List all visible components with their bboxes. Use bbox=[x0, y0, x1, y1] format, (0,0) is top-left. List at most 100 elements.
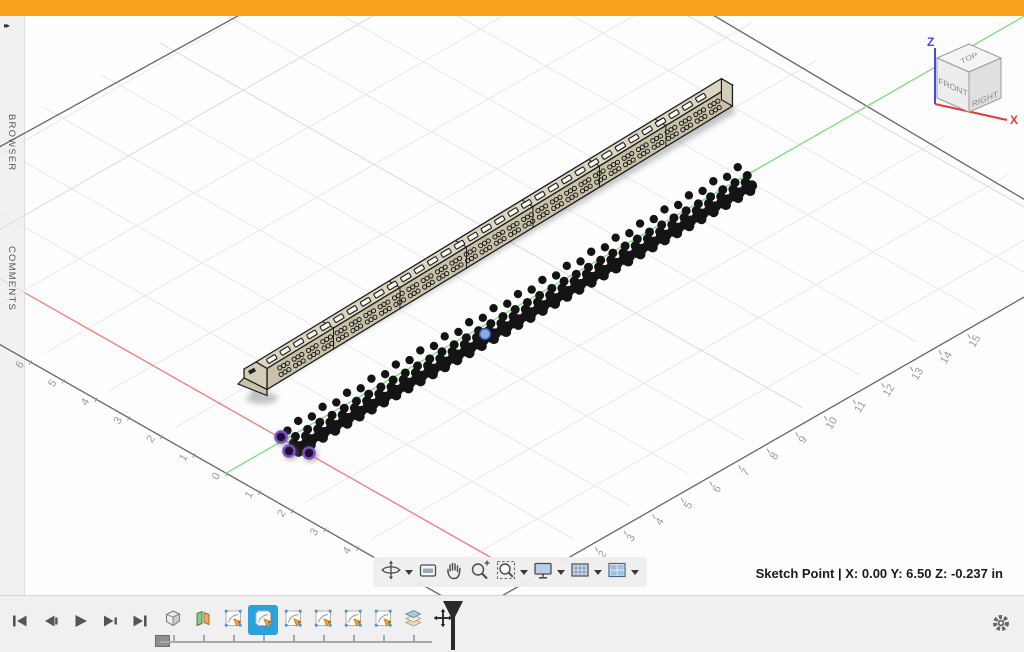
sketch-feature-icon bbox=[342, 607, 364, 634]
zoom-button[interactable] bbox=[469, 559, 491, 586]
timeline-track[interactable] bbox=[160, 641, 432, 643]
app-header-bar bbox=[0, 0, 1024, 16]
sketch-feature-icon bbox=[312, 607, 334, 634]
svg-text:5: 5 bbox=[46, 378, 59, 390]
sketch-4[interactable] bbox=[308, 605, 338, 635]
fit-dropdown-caret[interactable] bbox=[520, 570, 528, 575]
look-at-button[interactable] bbox=[417, 559, 439, 586]
svg-text:1: 1 bbox=[177, 452, 190, 464]
timeline-feature-list bbox=[158, 605, 458, 635]
base-body-feature[interactable] bbox=[158, 605, 188, 635]
svg-text:2: 2 bbox=[275, 508, 288, 520]
selected-sketch-point[interactable] bbox=[304, 448, 315, 459]
fit-zoom-window-icon bbox=[495, 559, 517, 586]
sketch-feature-icon bbox=[252, 607, 274, 634]
form-feature-icon bbox=[162, 607, 184, 634]
ground-grid bbox=[0, 16, 1024, 595]
svg-text:10: 10 bbox=[824, 415, 841, 432]
orbit-dropdown-caret[interactable] bbox=[405, 570, 413, 575]
display-settings-button[interactable] bbox=[532, 559, 565, 586]
sketch-6[interactable] bbox=[368, 605, 398, 635]
skip-to-end-button[interactable] bbox=[128, 610, 150, 632]
zoom-icon bbox=[469, 559, 491, 586]
sketch-1[interactable] bbox=[218, 605, 248, 635]
selection-status-text: Sketch Point | X: 0.00 Y: 6.50 Z: -0.237… bbox=[756, 566, 1003, 581]
svg-text:1: 1 bbox=[242, 489, 255, 501]
timeline-tick bbox=[173, 635, 175, 642]
grid-icon bbox=[569, 559, 591, 586]
svg-text:4: 4 bbox=[79, 396, 92, 408]
sketch-3[interactable] bbox=[278, 605, 308, 635]
timeline-playback-controls bbox=[8, 610, 150, 632]
svg-text:4: 4 bbox=[341, 545, 354, 557]
grid-and-snaps-button[interactable] bbox=[569, 559, 602, 586]
sketch-2[interactable] bbox=[248, 605, 278, 635]
svg-text:11: 11 bbox=[852, 399, 868, 415]
skip-to-start-button[interactable] bbox=[8, 610, 30, 632]
svg-text:2: 2 bbox=[144, 433, 157, 445]
svg-text:15: 15 bbox=[967, 333, 984, 350]
viewports-dropdown-caret[interactable] bbox=[631, 570, 639, 575]
sketch-feature-icon bbox=[372, 607, 394, 634]
svg-text:12: 12 bbox=[881, 382, 898, 399]
timeline-tick bbox=[323, 635, 325, 642]
timeline-tick bbox=[293, 635, 295, 642]
model-canvas[interactable]: 76543210123423456789101112131415 bbox=[0, 16, 1024, 595]
viewcube-x-label: X bbox=[1010, 113, 1018, 124]
svg-text:9: 9 bbox=[797, 434, 810, 446]
timeline-tick bbox=[263, 635, 265, 642]
fit-button[interactable] bbox=[495, 559, 528, 586]
svg-text:8: 8 bbox=[768, 450, 781, 462]
timeline-tick bbox=[413, 635, 415, 642]
timeline-tick bbox=[383, 635, 385, 642]
slabs-feature-icon bbox=[402, 607, 424, 634]
grid-border bbox=[0, 16, 1024, 595]
viewports-button[interactable] bbox=[606, 559, 639, 586]
timeline-playhead[interactable] bbox=[440, 601, 466, 651]
orbit-button[interactable] bbox=[380, 559, 413, 586]
timeline-bar bbox=[0, 595, 1024, 652]
svg-text:4: 4 bbox=[653, 516, 666, 528]
svg-text:14: 14 bbox=[938, 349, 955, 366]
viewports-icon bbox=[606, 559, 628, 586]
navigation-toolbar bbox=[373, 557, 647, 587]
grid-ruler-numbers: 76543210123423456789101112131415 bbox=[0, 333, 983, 560]
construction-planes-feature[interactable] bbox=[188, 605, 218, 635]
pan-button[interactable] bbox=[443, 559, 465, 586]
svg-text:5: 5 bbox=[682, 500, 695, 512]
svg-text:6: 6 bbox=[13, 359, 26, 371]
fusion-app-window: ▸▸ BROWSER COMMENTS 76543210123423456789… bbox=[0, 0, 1024, 652]
timeline-tick bbox=[233, 635, 235, 642]
display-monitor-icon bbox=[532, 559, 554, 586]
pan-hand-icon bbox=[443, 559, 465, 586]
step-back-button[interactable] bbox=[38, 610, 60, 632]
svg-text:3: 3 bbox=[625, 532, 638, 544]
svg-text:7: 7 bbox=[739, 467, 752, 479]
play-button[interactable] bbox=[68, 610, 90, 632]
svg-text:0: 0 bbox=[210, 471, 223, 483]
display-settings-dropdown-caret[interactable] bbox=[557, 570, 565, 575]
sketch-feature-icon bbox=[222, 607, 244, 634]
viewcube-z-label: Z bbox=[927, 35, 934, 49]
surface-feature[interactable] bbox=[398, 605, 428, 635]
x-axis-line bbox=[25, 293, 492, 558]
view-cube[interactable]: TOP FRONT RIGHT Z X bbox=[913, 24, 1023, 124]
3d-viewport[interactable]: 76543210123423456789101112131415 TOP FRO… bbox=[0, 16, 1024, 595]
highlighted-sketch-point[interactable] bbox=[480, 329, 491, 340]
rail-shadow bbox=[246, 109, 733, 404]
orbit-icon bbox=[380, 559, 402, 586]
look-at-icon bbox=[417, 559, 439, 586]
svg-text:3: 3 bbox=[112, 415, 125, 427]
grid-and-snaps-dropdown-caret[interactable] bbox=[594, 570, 602, 575]
selected-sketch-point[interactable] bbox=[284, 446, 295, 457]
gear-icon[interactable] bbox=[990, 612, 1012, 634]
timeline-tick bbox=[353, 635, 355, 642]
sketch-feature-icon bbox=[282, 607, 304, 634]
svg-text:13: 13 bbox=[909, 366, 926, 383]
timeline-tick bbox=[203, 635, 205, 642]
planes-feature-icon bbox=[192, 607, 214, 634]
selected-sketch-point[interactable] bbox=[276, 432, 287, 443]
sketch-5[interactable] bbox=[338, 605, 368, 635]
step-forward-button[interactable] bbox=[98, 610, 120, 632]
svg-text:6: 6 bbox=[711, 483, 724, 495]
